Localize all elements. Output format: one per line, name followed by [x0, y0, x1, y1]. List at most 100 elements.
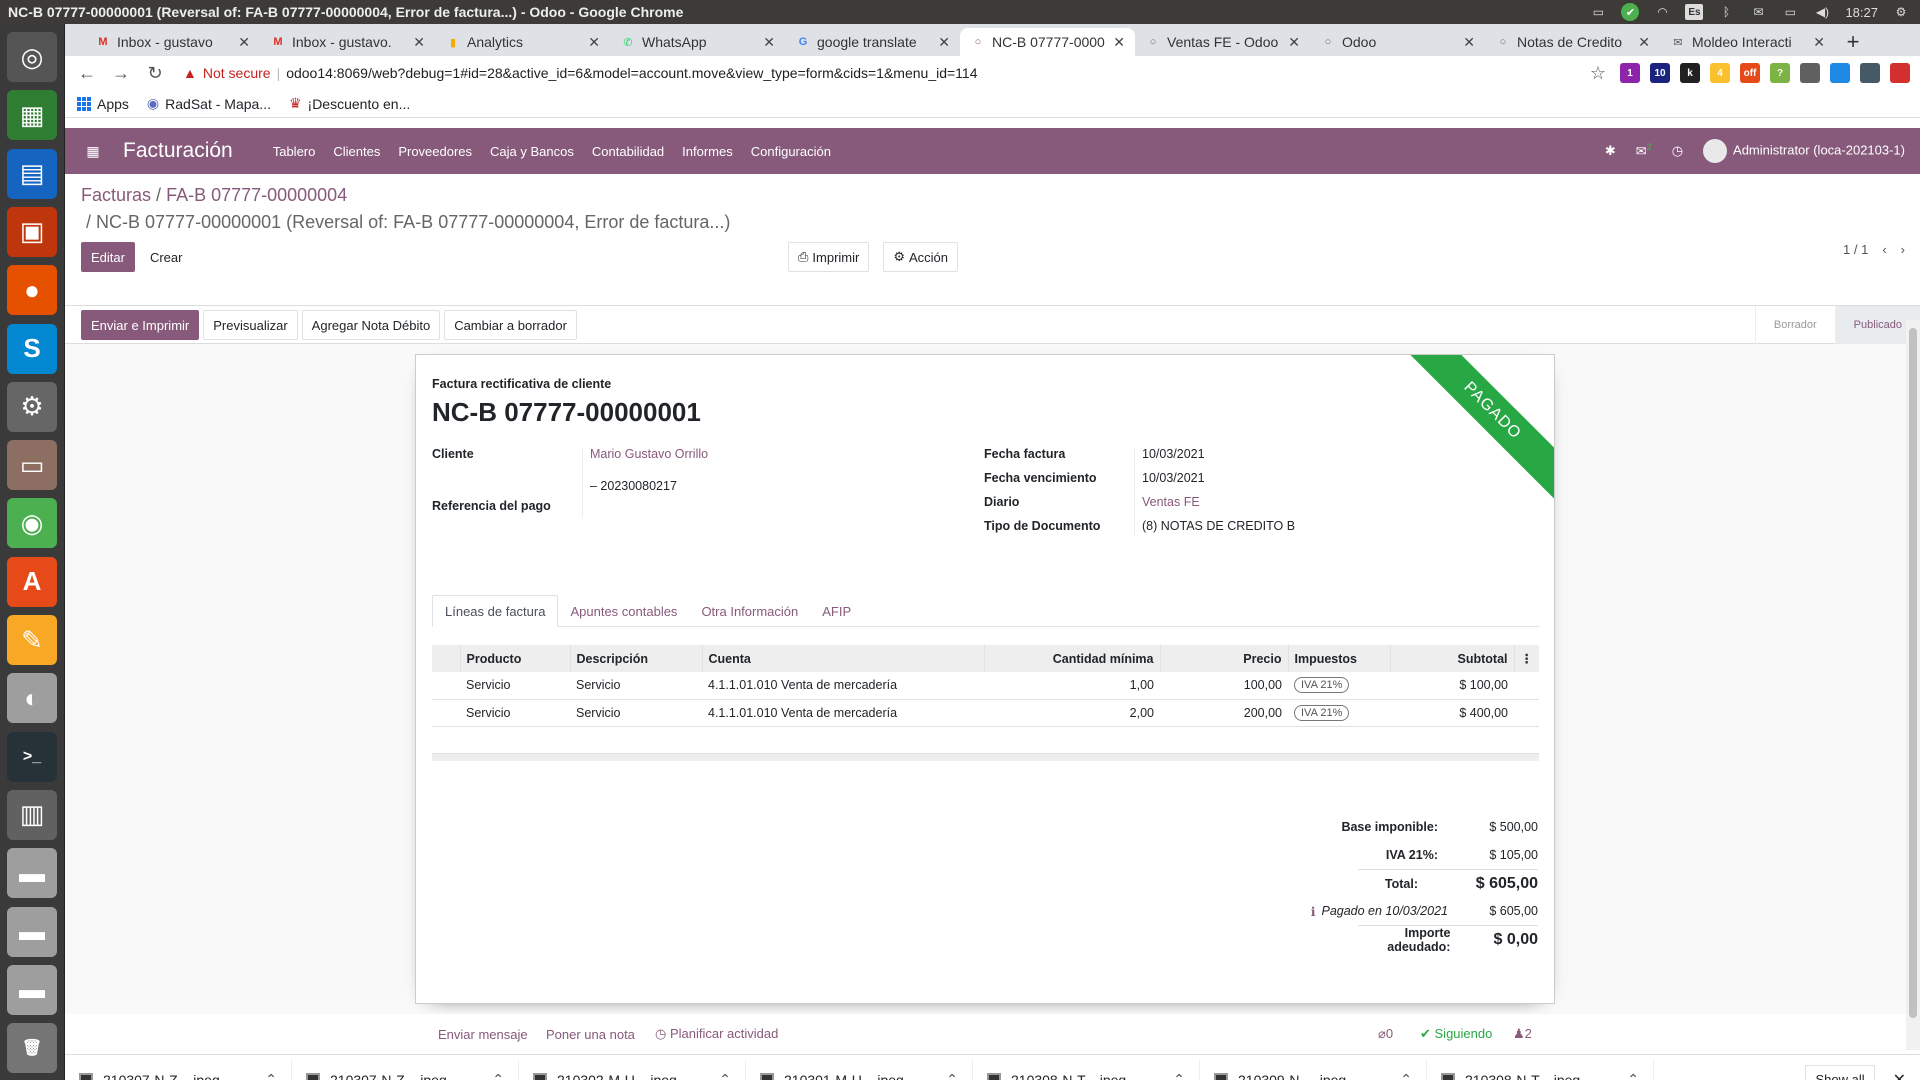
- pager-value[interactable]: 1 / 1: [1843, 242, 1868, 257]
- menu-caja-bancos[interactable]: Caja y Bancos: [490, 144, 574, 159]
- pager-previous-icon[interactable]: ‹: [1882, 242, 1886, 257]
- preview-button[interactable]: Previsualizar: [203, 310, 298, 340]
- browser-tab[interactable]: ○ Notas de Credito ✕: [1485, 28, 1660, 56]
- col-precio[interactable]: Precio: [1160, 645, 1289, 672]
- reload-icon[interactable]: ↻: [143, 61, 167, 85]
- col-subtotal[interactable]: Subtotal: [1390, 645, 1515, 672]
- table-row[interactable]: Servicio Servicio 4.1.1.01.010 Venta de me…: [432, 672, 1539, 700]
- browser-extension-icon[interactable]: [1830, 63, 1850, 83]
- skype-app-launcher-icon[interactable]: S: [7, 323, 57, 374]
- drive-3-app-launcher-icon[interactable]: ▬: [7, 964, 57, 1015]
- messages-icon[interactable]: ✉2: [1636, 142, 1652, 159]
- download-item[interactable]: 210308-N-T....jpeg ⌃: [973, 1059, 1200, 1080]
- browser-tab[interactable]: ✆ WhatsApp ✕: [610, 28, 785, 56]
- close-icon[interactable]: ✕: [1893, 1070, 1906, 1080]
- battery-icon[interactable]: ▭: [1781, 4, 1799, 20]
- menu-informes[interactable]: Informes: [682, 144, 733, 159]
- user-menu[interactable]: Administrator (loca-202103-1): [1703, 139, 1905, 163]
- menu-proveedores[interactable]: Proveedores: [398, 144, 472, 159]
- impress-app-launcher-icon[interactable]: ▣: [7, 206, 57, 257]
- add-debit-note-button[interactable]: Agregar Nota Débito: [301, 310, 441, 340]
- browser-tab[interactable]: Ggoogle translate ✕: [785, 28, 960, 56]
- notebook-tab[interactable]: AFIP: [810, 595, 863, 627]
- tab-close-icon[interactable]: ✕: [1113, 34, 1125, 51]
- url-text[interactable]: odoo14:8069/web?debug=1#id=28&active_id=…: [286, 65, 977, 81]
- browser-extension-icon[interactable]: 1: [1620, 63, 1640, 83]
- files-app-launcher-icon[interactable]: ▭: [7, 440, 57, 491]
- table-row[interactable]: Servicio Servicio 4.1.1.01.010 Venta de me…: [432, 699, 1539, 727]
- download-item[interactable]: 210301-M-U....jpeg ⌃: [746, 1059, 973, 1080]
- chrome-app-launcher-icon[interactable]: ◉: [7, 498, 57, 549]
- tab-close-icon[interactable]: ✕: [588, 34, 600, 51]
- sync-check-icon[interactable]: ✔: [1621, 3, 1640, 21]
- print-button[interactable]: ⎙ Imprimir: [788, 242, 870, 272]
- browser-extension-icon[interactable]: k: [1680, 63, 1700, 83]
- keyboard-layout-indicator[interactable]: Es: [1685, 4, 1704, 20]
- software-center-app-launcher-icon[interactable]: A: [7, 556, 57, 607]
- tab-close-icon[interactable]: ✕: [1463, 34, 1475, 51]
- chevron-up-icon[interactable]: ⌃: [265, 1071, 277, 1080]
- browser-tab[interactable]: M Inbox - gustavo ✕: [85, 28, 260, 56]
- activity-clock-icon[interactable]: ◷: [1672, 143, 1683, 159]
- back-arrow-icon[interactable]: ←: [75, 61, 99, 85]
- menu-configuracion[interactable]: Configuración: [751, 144, 831, 159]
- chevron-up-icon[interactable]: ⌃: [1627, 1071, 1639, 1080]
- followers-button[interactable]: ♟2: [1513, 1026, 1532, 1042]
- create-button[interactable]: Crear: [140, 242, 192, 272]
- send-message-button[interactable]: Enviar mensaje: [438, 1027, 528, 1042]
- field-value[interactable]: Ventas FE: [1142, 495, 1200, 509]
- tab-close-icon[interactable]: ✕: [938, 34, 950, 51]
- send-and-print-button[interactable]: Enviar e Imprimir: [81, 310, 200, 340]
- menu-tablero[interactable]: Tablero: [273, 144, 316, 159]
- clock[interactable]: 18:27: [1845, 5, 1878, 20]
- notebook-tab[interactable]: Apuntes contables: [558, 595, 689, 627]
- log-note-button[interactable]: Poner una nota: [546, 1027, 635, 1042]
- schedule-activity-button[interactable]: ◷ Planificar actividad: [655, 1026, 778, 1042]
- bookmark-radsat[interactable]: ◉ RadSat - Mapa...: [147, 95, 271, 112]
- display-icon[interactable]: ▭: [1589, 4, 1607, 20]
- chevron-up-icon[interactable]: ⌃: [719, 1071, 731, 1080]
- browser-extension-icon[interactable]: [1890, 63, 1910, 83]
- browser-tab[interactable]: ✉ Moldeo Interacti ✕: [1660, 28, 1835, 56]
- system-gear-icon[interactable]: ⚙: [1892, 4, 1910, 20]
- firefox-app-launcher-icon[interactable]: ●: [7, 265, 57, 316]
- browser-extension-icon[interactable]: [1800, 63, 1820, 83]
- apps-menu-icon[interactable]: ▦: [75, 143, 111, 160]
- browser-extension-icon[interactable]: [1860, 63, 1880, 83]
- bookmark-descuento[interactable]: ♛ ¡Descuento en...: [289, 95, 410, 112]
- settings-app-launcher-icon[interactable]: ⚙: [7, 381, 57, 432]
- info-icon[interactable]: ℹ: [1311, 904, 1316, 919]
- tab-close-icon[interactable]: ✕: [413, 34, 425, 51]
- tab-close-icon[interactable]: ✕: [238, 34, 250, 51]
- pager-next-icon[interactable]: ›: [1901, 242, 1905, 257]
- browser-extension-icon[interactable]: 10: [1650, 63, 1670, 83]
- page-scrollbar[interactable]: [1906, 320, 1920, 1050]
- text-editor-app-launcher-icon[interactable]: ✎: [7, 615, 57, 665]
- tab-close-icon[interactable]: ✕: [1638, 34, 1650, 51]
- following-button[interactable]: ✔ Siguiendo: [1420, 1026, 1492, 1042]
- drive-1-app-launcher-icon[interactable]: ▬: [7, 848, 57, 899]
- attachments-button[interactable]: ⌀0: [1378, 1026, 1393, 1042]
- bookmark-apps[interactable]: Apps: [77, 96, 129, 112]
- workspace-app-launcher-icon[interactable]: ▥: [7, 789, 57, 840]
- action-button[interactable]: ⚙ Acción: [883, 242, 959, 272]
- browser-tab[interactable]: M Inbox - gustavo. ✕: [260, 28, 435, 56]
- download-item[interactable]: 210302-M-U....jpeg ⌃: [519, 1059, 746, 1080]
- download-item[interactable]: 210308-N-T....jpeg ⌃: [1427, 1059, 1654, 1080]
- mail-icon[interactable]: ✉: [1749, 4, 1767, 20]
- forward-arrow-icon[interactable]: →: [109, 61, 133, 85]
- notebook-tab[interactable]: Líneas de factura: [432, 595, 559, 627]
- menu-clientes[interactable]: Clientes: [333, 144, 380, 159]
- bluetooth-icon[interactable]: ᛒ: [1717, 4, 1735, 20]
- col-cantidad[interactable]: Cantidad mínima: [984, 645, 1161, 672]
- chevron-up-icon[interactable]: ⌃: [492, 1071, 504, 1080]
- show-all-button[interactable]: Show all: [1805, 1064, 1875, 1080]
- omnibox[interactable]: ▲ Not secure | odoo14:8069/web?debug=1#i…: [177, 59, 1576, 87]
- browser-tab[interactable]: ▮ Analytics ✕: [435, 28, 610, 56]
- tab-close-icon[interactable]: ✕: [1288, 34, 1300, 51]
- ubuntu-dash-launcher-icon[interactable]: ◎: [7, 32, 57, 82]
- chevron-up-icon[interactable]: ⌃: [1173, 1071, 1185, 1080]
- new-tab-icon[interactable]: +: [1835, 28, 1871, 56]
- browser-tab[interactable]: ○ Odoo ✕: [1310, 28, 1485, 56]
- browser-extension-icon[interactable]: off: [1740, 63, 1760, 83]
